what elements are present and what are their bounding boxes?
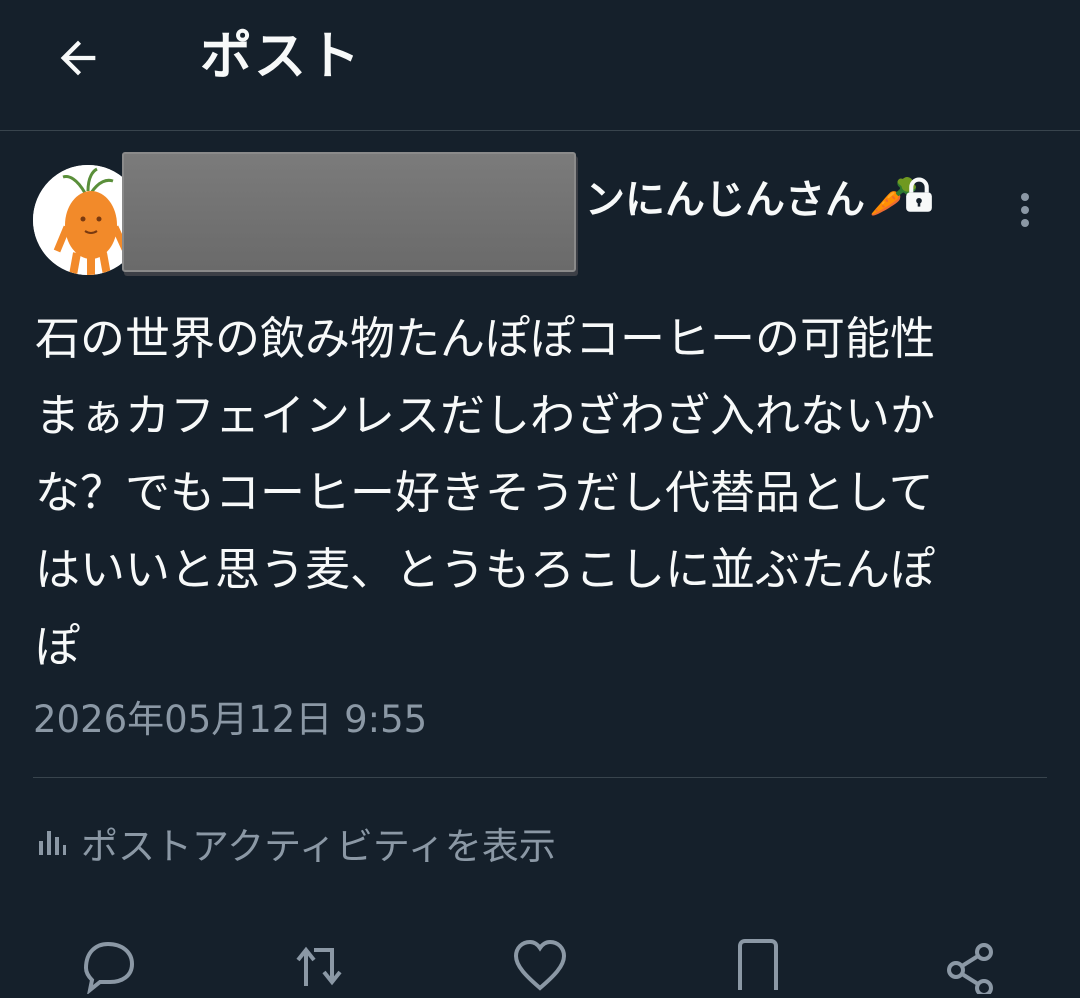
top-bar: ポスト [0,0,1080,131]
post-activity-link[interactable]: ポストアクティビティを表示 [35,815,556,871]
post-activity-label: ポストアクティビティを表示 [81,825,556,868]
lock-icon [906,177,932,212]
arrow-left-icon [60,40,96,76]
more-vertical-icon [1021,193,1029,227]
post-timestamp[interactable]: 2026年05月12日 9:55 [33,695,427,745]
share-icon [947,943,993,997]
like-button[interactable] [508,930,572,994]
repost-icon [296,946,342,986]
author-display-name[interactable]: ンにんじんさん 🥕 [585,168,919,224]
back-button[interactable] [50,30,106,86]
heart-icon [513,939,567,991]
action-bar [0,930,1080,997]
reply-icon [83,941,135,995]
repost-button[interactable] [288,930,352,994]
redaction-block [122,152,576,272]
bookmark-button[interactable] [726,930,790,994]
author-name-text: ンにんじんさん [585,177,865,223]
divider [33,777,1047,778]
post-body-text: 石の世界の飲み物たんぽぽコーヒーの可能性 まぁカフェインレスだしわざわざ入れない… [35,312,936,673]
share-button[interactable] [940,930,1004,997]
bar-chart-icon [39,831,66,855]
reply-button[interactable] [76,930,140,995]
bookmark-icon [738,939,778,990]
more-options-button[interactable] [1005,185,1045,235]
page-title: ポスト [200,27,363,87]
